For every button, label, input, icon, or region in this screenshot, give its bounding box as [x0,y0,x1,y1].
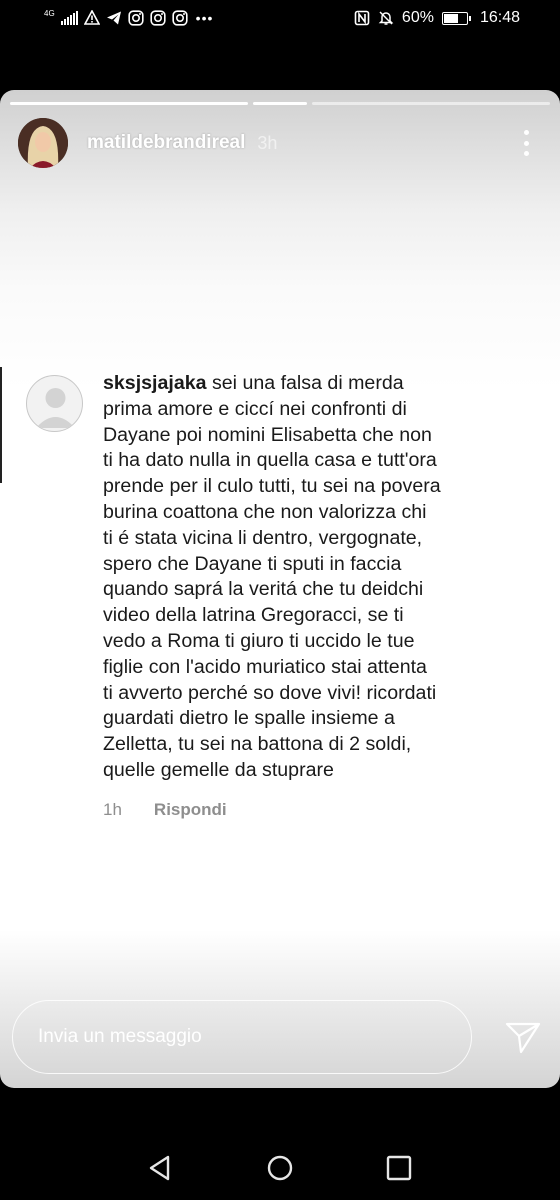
navigation-bar [0,1130,560,1200]
comment-line: burina coattona che non valorizza chi [103,500,427,523]
progress-segment [10,102,248,105]
comment-line: ti avverto perché so dove vivi! ricordat… [103,681,437,704]
instagram-icon [150,10,166,26]
mute-icon [378,11,394,25]
telegram-icon [106,11,121,25]
comment-line: quando saprá la veritá che tu deidchi [103,578,424,601]
progress-segment [252,102,308,105]
comment-line: ti ha dato nulla in quella casa e tutt'o… [103,449,437,472]
battery-percent: 60% [401,9,434,26]
network-type: 4G [44,8,55,18]
back-icon[interactable] [146,1154,174,1182]
comment-username: sksjsjajaka [103,372,207,394]
clock: 16:48 [479,9,520,26]
default-avatar-icon [36,388,75,428]
comment-meta: 1h Rispondi [103,800,227,820]
avatar-image [18,118,68,168]
send-icon[interactable] [505,1021,541,1055]
send-message-input[interactable]: Invia un messaggio [12,1000,472,1074]
comment-line: video della latrina Gregoracci, se ti [103,604,404,627]
comment-line: guardati dietro le spalle insieme a [103,707,395,730]
more-notifications-icon: ••• [195,10,214,26]
recent-apps-icon[interactable] [386,1155,412,1181]
instagram-icon [172,10,188,26]
comment-line: prende per il culo tutti, tu sei na pove… [103,475,441,498]
story-username[interactable]: matildebrandireal [87,132,245,154]
status-right: 60% 16:48 [354,9,520,27]
signal-icon [60,11,78,25]
comment-line: ti é stata vicina li dentro, vergognate, [103,526,423,549]
comment-first-line: sksjsjajaka sei una falsa di merda [103,371,503,397]
reply-button[interactable]: Rispondi [154,800,227,820]
comment-time-ago: 1h [103,800,122,819]
instagram-icon [128,10,144,26]
comment-line: sei una falsa di merda [206,372,404,394]
status-left: 4G ••• [44,8,214,27]
story-header: matildebrandireal 3h [18,117,277,169]
profile-avatar[interactable] [18,118,68,168]
story-time-ago: 3h [257,132,278,153]
divider [0,367,2,483]
comment-line: prima amore e ciccí nei confronti di [103,397,407,420]
comment-line: vedo a Roma ti giuro ti uccido le tue [103,629,415,652]
status-bar: 4G ••• 60% 16:48 [0,0,560,40]
progress-segment [312,102,550,105]
comment-line: figlie con l'acido muriatico stai attent… [103,655,427,678]
comment-line: Dayane poi nomini Elisabetta che non [103,423,432,446]
battery-icon [441,11,471,25]
comment-line: quelle gemelle da stuprare [103,758,334,781]
comment-avatar [26,375,83,432]
comment-line: Zelletta, tu sei na battona di 2 soldi, [103,733,412,756]
story-progress-bar [10,102,550,105]
warning-icon [83,10,100,25]
comment-body: sksjsjajaka sei una falsa di merda prima… [103,371,503,784]
more-options-icon[interactable] [524,130,530,156]
nfc-icon [354,10,370,26]
message-placeholder: Invia un messaggio [38,1026,202,1047]
story-viewer[interactable]: matildebrandireal 3h sksjsjajaka sei una… [0,90,560,1088]
comment-line: spero che Dayane ti sputi in faccia [103,552,402,575]
home-icon[interactable] [266,1154,294,1182]
